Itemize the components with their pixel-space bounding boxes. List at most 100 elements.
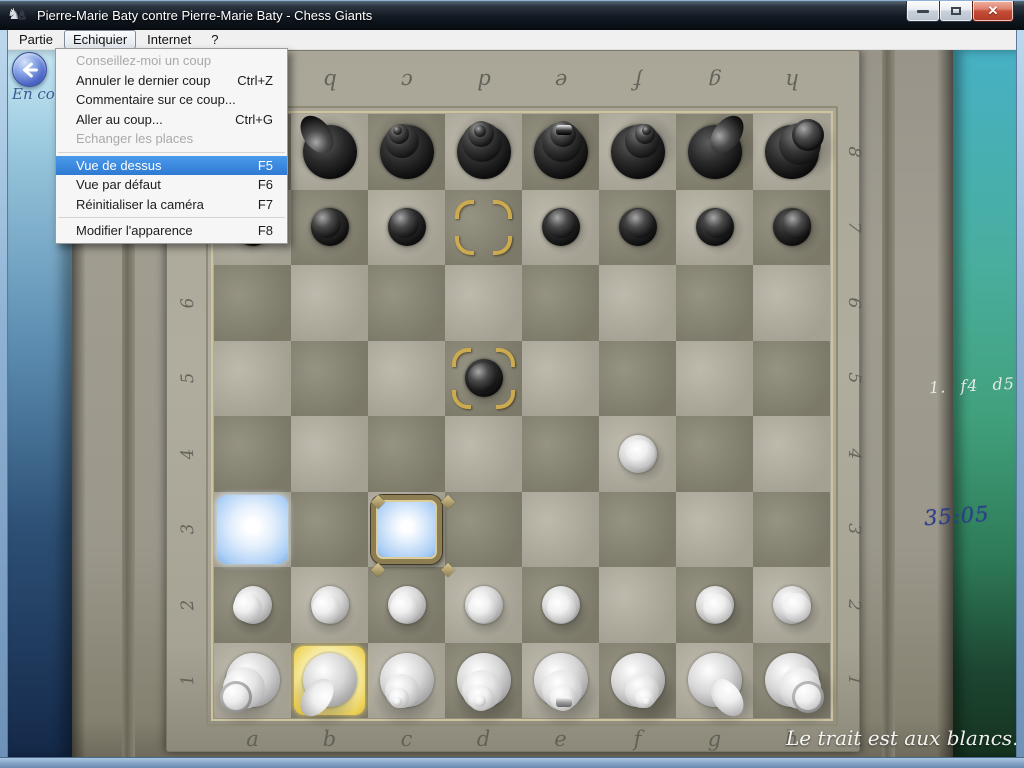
rank-label-left-2: 2 [173, 590, 203, 620]
rank-label-right-2: 2 [839, 590, 869, 620]
square-h5[interactable] [753, 341, 830, 417]
black-pawn-b7[interactable] [298, 195, 362, 259]
white-king-e1[interactable] [529, 648, 593, 712]
black-pawn-g7[interactable] [683, 195, 747, 259]
square-e5[interactable] [522, 341, 599, 417]
piece-part [312, 209, 341, 238]
square-e3[interactable] [522, 492, 599, 568]
menu-item-commentaire-sur-ce-coup[interactable]: Commentaire sur ce coup... [56, 90, 287, 110]
square-b4[interactable] [291, 416, 368, 492]
square-b3[interactable] [291, 492, 368, 568]
square-f6[interactable] [599, 265, 676, 341]
close-button[interactable]: ✕ [972, 1, 1014, 22]
black-king-e8[interactable] [529, 120, 593, 184]
white-pawn-g2[interactable] [683, 573, 747, 637]
square-g4[interactable] [676, 416, 753, 492]
black-pawn-c7[interactable] [375, 195, 439, 259]
hover-target-square-c3[interactable] [371, 495, 442, 565]
square-g6[interactable] [676, 265, 753, 341]
square-f2[interactable] [599, 567, 676, 643]
move-target-square-a3[interactable] [217, 495, 288, 565]
black-knight-g8[interactable] [683, 120, 747, 184]
white-pawn-h2[interactable] [760, 573, 824, 637]
square-f3[interactable] [599, 492, 676, 568]
square-c5[interactable] [368, 341, 445, 417]
chessboard[interactable] [214, 114, 830, 718]
white-knight-b1[interactable] [298, 648, 362, 712]
white-pawn-f4[interactable] [606, 422, 670, 486]
square-b6[interactable] [291, 265, 368, 341]
square-f5[interactable] [599, 341, 676, 417]
background-gradient-right [953, 50, 1016, 757]
menu-item-modifier-l-apparence[interactable]: Modifier l'apparenceF8 [56, 221, 287, 241]
black-queen-d8[interactable] [452, 120, 516, 184]
square-d6[interactable] [445, 265, 522, 341]
square-h6[interactable] [753, 265, 830, 341]
white-pawn-a2[interactable] [221, 573, 285, 637]
menubar-item-help[interactable]: ? [202, 30, 227, 49]
file-label-top-b: b [315, 66, 345, 96]
menubar-item-internet[interactable]: Internet [138, 30, 200, 49]
white-knight-g1[interactable] [683, 648, 747, 712]
file-label-bottom-e: e [546, 724, 576, 754]
menu-item-shortcut: F6 [258, 177, 273, 192]
white-bishop-c1[interactable] [375, 648, 439, 712]
black-bishop-f8[interactable] [606, 120, 670, 184]
black-pawn-h7[interactable] [760, 195, 824, 259]
file-label-top-e: e [546, 66, 576, 96]
square-a4[interactable] [214, 416, 291, 492]
window-controls: ✕ [907, 1, 1014, 22]
square-g5[interactable] [676, 341, 753, 417]
menu-item-annuler-le-dernier-coup[interactable]: Annuler le dernier coupCtrl+Z [56, 71, 287, 91]
menu-item-vue-de-dessus[interactable]: Vue de dessusF5 [56, 156, 287, 176]
square-e4[interactable] [522, 416, 599, 492]
square-a5[interactable] [214, 341, 291, 417]
square-h4[interactable] [753, 416, 830, 492]
white-pawn-b2[interactable] [298, 573, 362, 637]
menubar-item-partie[interactable]: Partie [10, 30, 62, 49]
window-border-bottom [0, 757, 1024, 768]
square-b5[interactable] [291, 341, 368, 417]
square-a6[interactable] [214, 265, 291, 341]
square-d3[interactable] [445, 492, 522, 568]
menu-item-conseillez-moi-un-coup: Conseillez-moi un coup [56, 51, 287, 71]
white-pawn-c2[interactable] [375, 573, 439, 637]
piece-part [547, 594, 576, 623]
menu-item-echanger-les-places: Echanger les places [56, 129, 287, 149]
square-e6[interactable] [522, 265, 599, 341]
black-bishop-c8[interactable] [375, 120, 439, 184]
menu-item-label: Modifier l'apparence [76, 223, 193, 238]
square-c6[interactable] [368, 265, 445, 341]
white-rook-a1[interactable] [221, 648, 285, 712]
white-rook-h1[interactable] [760, 648, 824, 712]
black-pawn-f7[interactable] [606, 195, 670, 259]
black-pawn-d5[interactable] [452, 346, 516, 410]
white-bishop-f1[interactable] [606, 648, 670, 712]
rank-label-left-4: 4 [173, 439, 203, 469]
file-label-bottom-g: g [700, 724, 730, 754]
title-bar[interactable]: ♞ ♙ Pierre-Marie Baty contre Pierre-Mari… [0, 0, 1024, 30]
square-d4[interactable] [445, 416, 522, 492]
white-pawn-e2[interactable] [529, 573, 593, 637]
square-g3[interactable] [676, 492, 753, 568]
square-h3[interactable] [753, 492, 830, 568]
rank-label-right-5: 5 [839, 363, 869, 393]
window-border-right [1016, 30, 1024, 768]
menu-item-label: Annuler le dernier coup [76, 73, 210, 88]
menubar-item-echiquier[interactable]: Echiquier [64, 30, 136, 49]
square-d7[interactable] [445, 190, 522, 266]
back-button[interactable] [12, 52, 47, 87]
white-pawn-d2[interactable] [452, 573, 516, 637]
minimize-button[interactable] [906, 1, 940, 22]
black-pawn-e7[interactable] [529, 195, 593, 259]
menu-item-vue-par-d-faut[interactable]: Vue par défautF6 [56, 175, 287, 195]
maximize-button[interactable] [939, 1, 973, 22]
black-knight-b8[interactable] [298, 120, 362, 184]
square-c4[interactable] [368, 416, 445, 492]
menu-item-r-initialiser-la-cam-ra[interactable]: Réinitialiser la caméraF7 [56, 195, 287, 215]
black-rook-h8[interactable] [760, 120, 824, 184]
menu-item-aller-au-coup[interactable]: Aller au coup...Ctrl+G [56, 110, 287, 130]
file-label-top-f: f [623, 66, 653, 96]
window-border-left [0, 30, 8, 768]
white-queen-d1[interactable] [452, 648, 516, 712]
